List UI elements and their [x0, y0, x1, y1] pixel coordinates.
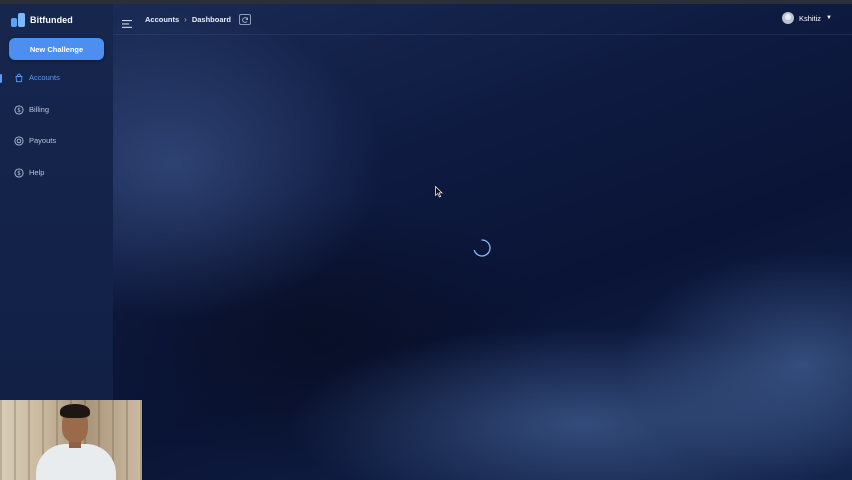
main-content: Accounts › Dashboard Kshitiz ▼	[113, 4, 852, 480]
breadcrumb-accounts[interactable]: Accounts	[145, 15, 179, 24]
breadcrumb-dashboard: Dashboard	[191, 15, 232, 24]
dollar-circle-icon: $	[14, 104, 24, 115]
sidebar-item-billing[interactable]: $ Billing	[0, 102, 113, 134]
brand-name: Bitfunded	[30, 15, 73, 25]
chevron-right-icon: ›	[184, 15, 187, 24]
new-challenge-button[interactable]: New Challenge	[9, 38, 104, 60]
sidebar-item-help[interactable]: $ Help	[0, 165, 113, 197]
bitfunded-logo-icon	[11, 13, 26, 27]
sidebar-item-accounts[interactable]: Accounts	[0, 70, 113, 102]
svg-text:$: $	[17, 170, 21, 177]
avatar	[781, 12, 794, 24]
menu-toggle-icon[interactable]	[122, 15, 132, 28]
caret-down-icon: ▼	[826, 15, 832, 21]
breadcrumb: Accounts › Dashboard	[145, 14, 252, 25]
user-name: Kshitiz	[798, 13, 822, 23]
sidebar-item-payouts[interactable]: Payouts	[0, 133, 113, 165]
help-circle-icon: $	[14, 167, 24, 178]
bag-icon	[14, 73, 24, 83]
brand-logo[interactable]: Bitfunded	[11, 13, 73, 27]
sidebar-item-label: Accounts	[29, 73, 60, 82]
sidebar-nav: Accounts $ Billing Payouts $ Help	[0, 70, 113, 196]
coin-icon	[14, 136, 24, 146]
svg-text:$: $	[17, 107, 21, 114]
mouse-cursor-icon	[435, 186, 443, 198]
loading-spinner-icon	[473, 239, 491, 257]
sidebar-item-label: Payouts	[29, 136, 57, 145]
user-menu[interactable]: Kshitiz ▼	[781, 12, 832, 24]
sidebar-item-label: Billing	[29, 104, 50, 114]
sidebar-item-label: Help	[29, 167, 45, 177]
webcam-overlay	[0, 400, 142, 480]
refresh-icon[interactable]	[239, 14, 252, 25]
top-bar: Accounts › Dashboard Kshitiz ▼	[113, 4, 852, 35]
